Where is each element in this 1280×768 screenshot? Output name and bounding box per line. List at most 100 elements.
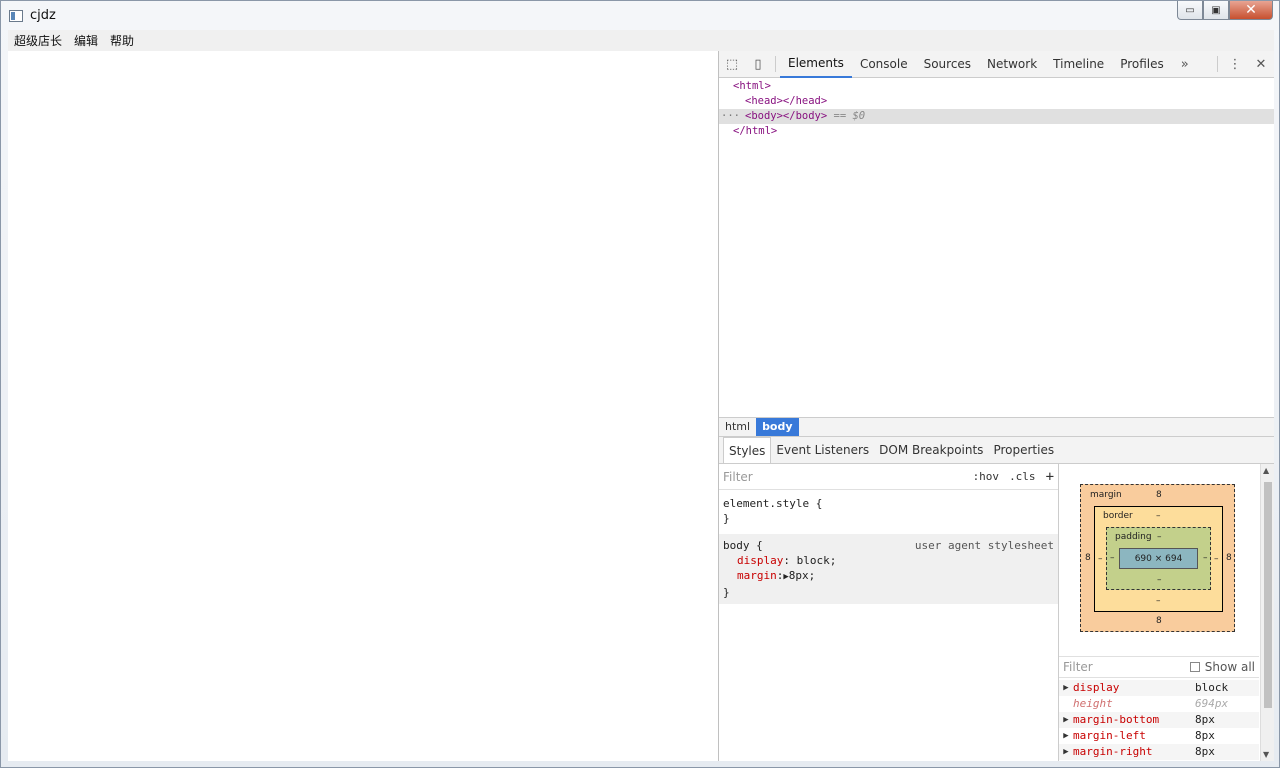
styles-pane: Filter :hov .cls + element.style { } bod…	[719, 464, 1059, 761]
element-style-rule[interactable]: element.style { }	[719, 490, 1058, 528]
window-controls: ▭ ▣ ✕	[1177, 1, 1273, 20]
padding-bottom-value: –	[1157, 575, 1162, 585]
border-bottom-value: –	[1156, 596, 1161, 606]
padding-left-value: –	[1110, 553, 1115, 563]
hov-toggle[interactable]: :hov	[973, 470, 1000, 483]
device-mode-icon[interactable]: ▯	[745, 51, 771, 77]
menu-item-help[interactable]: 帮助	[104, 32, 140, 49]
close-button[interactable]: ✕	[1229, 1, 1273, 20]
computed-filter-input[interactable]: Filter	[1063, 660, 1093, 674]
dom-tag: </html>	[733, 125, 778, 137]
content-size: 690 × 694	[1134, 553, 1183, 564]
menu-item-store-manager[interactable]: 超级店长	[8, 32, 68, 49]
kebab-menu-icon[interactable]: ⋮	[1222, 51, 1248, 77]
tab-properties[interactable]: Properties	[988, 437, 1059, 463]
minimize-button[interactable]: ▭	[1177, 1, 1203, 20]
cls-toggle[interactable]: .cls	[1009, 470, 1036, 483]
tab-timeline[interactable]: Timeline	[1045, 51, 1112, 78]
margin-bottom-value: 8	[1156, 616, 1162, 626]
maximize-button[interactable]: ▣	[1203, 1, 1229, 20]
computed-value: 8px	[1195, 745, 1215, 758]
expand-triangle-icon[interactable]: ▶	[1059, 712, 1073, 728]
page-viewport[interactable]	[8, 51, 718, 761]
tab-profiles[interactable]: Profiles	[1112, 51, 1172, 78]
property-display: display: block;	[737, 554, 837, 567]
styles-filter-row: Filter :hov .cls +	[719, 464, 1058, 490]
dom-node-body[interactable]: ··· <body></body> == $0	[719, 109, 1274, 124]
computed-name: margin-left	[1073, 729, 1146, 742]
show-all-checkbox[interactable]	[1189, 662, 1200, 672]
computed-row[interactable]: height 694px	[1059, 696, 1259, 712]
breadcrumb-body[interactable]: body	[756, 418, 799, 436]
tab-dom-breakpoints[interactable]: DOM Breakpoints	[874, 437, 988, 463]
styles-filter-input[interactable]: Filter	[723, 470, 753, 484]
computed-row[interactable]: ▶ margin-left 8px	[1059, 728, 1259, 744]
box-model-content[interactable]: 690 × 694	[1119, 548, 1198, 569]
metrics-scrollbar[interactable]: ▲ ▼	[1260, 464, 1274, 761]
dom-node-head[interactable]: <head></head>	[719, 94, 1274, 109]
rule-close: }	[723, 586, 730, 599]
tab-network[interactable]: Network	[979, 51, 1045, 78]
body-ua-rule[interactable]: body { user agent stylesheet display: bl…	[719, 534, 1058, 604]
window-title: cjdz	[30, 8, 56, 23]
computed-row[interactable]: ▶ display block	[1059, 680, 1259, 696]
app-icon	[9, 9, 23, 22]
dom-node-dots[interactable]: ···	[719, 109, 745, 124]
computed-row[interactable]: ▶ margin-bottom 8px	[1059, 712, 1259, 728]
computed-name: height	[1073, 697, 1113, 710]
padding-top-value: –	[1157, 532, 1162, 542]
margin-top-value: 8	[1156, 490, 1162, 500]
menu-bar: 超级店长 编辑 帮助	[8, 30, 1274, 51]
prop-value: block;	[796, 554, 837, 567]
tab-elements[interactable]: Elements	[780, 51, 852, 78]
toolbar-right: ⋮ ✕	[1213, 51, 1274, 77]
title-bar[interactable]: cjdz ▭ ▣ ✕	[1, 1, 1279, 30]
scroll-down-icon[interactable]: ▼	[1263, 750, 1269, 759]
breadcrumb: html body	[719, 417, 1274, 437]
computed-row[interactable]: ▶ margin-right 8px	[1059, 744, 1259, 760]
breadcrumb-html[interactable]: html	[719, 418, 756, 436]
menu-item-edit[interactable]: 编辑	[68, 32, 104, 49]
computed-name: display	[1073, 681, 1120, 694]
scroll-up-icon[interactable]: ▲	[1263, 466, 1269, 475]
add-rule-icon[interactable]: +	[1046, 469, 1054, 485]
expand-triangle-icon[interactable]: ▶	[1059, 680, 1073, 696]
dom-tag: <body></body>	[745, 110, 828, 122]
property-margin: margin:▶8px;	[737, 569, 816, 582]
tab-event-listeners[interactable]: Event Listeners	[771, 437, 874, 463]
tab-styles[interactable]: Styles	[723, 437, 772, 463]
toolbar-divider	[1217, 56, 1218, 72]
border-top-value: –	[1156, 511, 1161, 521]
computed-name: margin-right	[1073, 745, 1153, 758]
more-tabs-icon[interactable]: »	[1172, 51, 1198, 77]
expand-triangle-icon[interactable]: ▶	[1059, 728, 1073, 744]
scrollbar-thumb[interactable]	[1264, 482, 1272, 708]
expand-placeholder	[1059, 696, 1073, 712]
box-model-border[interactable]: border – – – – padding – – – – 690 × 694	[1094, 506, 1223, 612]
dom-node-html-close[interactable]: </html>	[719, 124, 1274, 139]
inspect-element-icon[interactable]: ⬚	[719, 51, 745, 77]
devtools-panel: ⬚ ▯ Elements Console Sources Network Tim…	[718, 51, 1274, 761]
devtools-toolbar: ⬚ ▯ Elements Console Sources Network Tim…	[719, 51, 1274, 78]
tab-console[interactable]: Console	[852, 51, 916, 78]
tab-sources[interactable]: Sources	[916, 51, 979, 78]
margin-left-value: 8	[1085, 553, 1091, 563]
padding-label: padding	[1115, 532, 1152, 542]
show-all-label: Show all	[1204, 660, 1255, 674]
rule-source: user agent stylesheet	[914, 539, 1054, 552]
computed-properties: ▶ display block height 694px ▶ margin-bo…	[1059, 680, 1259, 760]
box-model-margin[interactable]: margin 8 8 8 8 border – – – – padding –	[1080, 484, 1235, 632]
styles-filter-tools: :hov .cls +	[963, 469, 1054, 485]
dom-node-html[interactable]: <html>	[719, 79, 1274, 94]
prop-name: display	[737, 554, 784, 567]
computed-name: margin-bottom	[1073, 713, 1160, 726]
box-model-padding[interactable]: padding – – – – 690 × 694	[1106, 527, 1211, 590]
padding-right-value: –	[1203, 553, 1208, 563]
close-devtools-icon[interactable]: ✕	[1248, 51, 1274, 77]
margin-label: margin	[1090, 490, 1122, 500]
computed-value: 8px	[1195, 729, 1215, 742]
expand-triangle-icon[interactable]: ▶	[1059, 744, 1073, 760]
margin-right-value: 8	[1226, 553, 1232, 563]
border-label: border	[1103, 511, 1133, 521]
show-all-toggle[interactable]: Show all	[1189, 660, 1255, 674]
